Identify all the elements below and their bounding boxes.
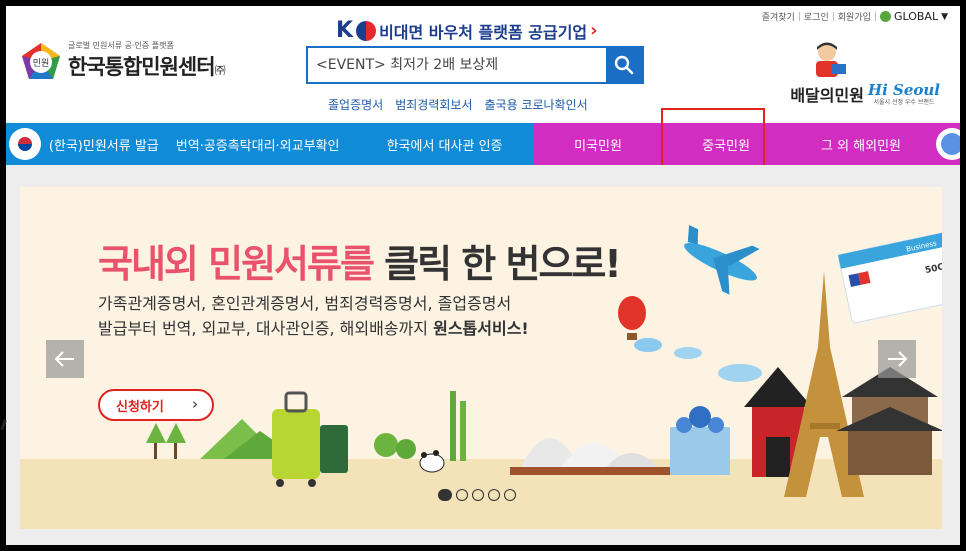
logo-company-name: 한국통합민원센터㈜ bbox=[68, 51, 226, 81]
hiseoul-logo: Hi Seoul bbox=[867, 80, 940, 99]
banner-headline: 국내외 민원서류를 클릭 한 번으로! bbox=[98, 233, 622, 288]
hot-air-balloon-icon bbox=[618, 296, 662, 352]
bamboo-icon bbox=[450, 391, 456, 461]
global-language-menu[interactable]: GLOBAL ▼ bbox=[879, 10, 948, 23]
carousel-next-button[interactable] bbox=[878, 340, 916, 378]
globe-icon bbox=[879, 11, 891, 22]
passport-icon bbox=[320, 425, 348, 473]
domes-icon bbox=[670, 406, 730, 475]
ko-logo-circle-icon bbox=[356, 20, 377, 41]
site-header: 즐겨찾기 | 로그인 | 회원가입 | GLOBAL ▼ 민원 글로벌 민원서류… bbox=[6, 6, 960, 123]
separator: | bbox=[873, 11, 877, 22]
global-label: GLOBAL bbox=[893, 10, 939, 23]
carousel-dot-1[interactable] bbox=[438, 489, 452, 501]
carousel-prev-button[interactable] bbox=[46, 340, 84, 378]
opera-house-icon bbox=[510, 438, 670, 475]
tree-icon bbox=[374, 433, 398, 457]
tree-icon bbox=[396, 439, 416, 459]
apply-button[interactable]: 신청하기 › bbox=[98, 389, 214, 421]
suitcase-icon bbox=[272, 391, 320, 487]
separator: | bbox=[831, 11, 835, 22]
nav-item-korean-documents[interactable]: (한국)민원서류 발급 bbox=[49, 135, 160, 154]
separator: | bbox=[797, 11, 801, 22]
hero-banner: Business 50C 국내외 민원서류를 클릭 한 번으로! 가족관계증명서… bbox=[20, 187, 942, 529]
cloud-icon bbox=[718, 364, 762, 382]
tree-icon bbox=[166, 423, 186, 443]
banner-desc-line2: 발급부터 번역, 외교부, 대사관인증, 해외배송까지 원스톱서비스! bbox=[98, 316, 529, 341]
logo-name-text: 한국통합민원센터 bbox=[68, 55, 216, 79]
main-content: Business 50C 국내외 민원서류를 클릭 한 번으로! 가족관계증명서… bbox=[6, 165, 960, 545]
pentagon-logo-icon: 민원 bbox=[22, 42, 60, 79]
nav-item-china[interactable]: 중국민원 bbox=[662, 135, 790, 154]
carousel-pager bbox=[438, 489, 516, 501]
voucher-platform-banner[interactable]: K 비대면 바우처 플랫폼 공급기업 › bbox=[336, 18, 598, 43]
cloud-icon bbox=[674, 347, 702, 359]
delivery-character-icon bbox=[816, 42, 847, 77]
hiseoul-subtitle: 서울시 선정 우수 브랜드 bbox=[873, 98, 935, 106]
logo-badge-text: 민원 bbox=[33, 58, 50, 69]
nav-item-other-overseas[interactable]: 그 외 해외민원 bbox=[790, 135, 932, 154]
search-icon bbox=[614, 55, 634, 75]
nav-domestic-group: (한국)민원서류 발급 번역·공증촉탁대리·외교부확인 한국에서 대사관 인증 bbox=[6, 123, 534, 165]
carousel-dot-4[interactable] bbox=[488, 489, 500, 501]
bamboo-icon bbox=[460, 401, 466, 461]
browser-viewport: 즐겨찾기 | 로그인 | 회원가입 | GLOBAL ▼ 민원 글로벌 민원서류… bbox=[6, 6, 960, 545]
carousel-dot-5[interactable] bbox=[504, 489, 516, 501]
search-button[interactable] bbox=[606, 48, 642, 82]
util-link-favorites[interactable]: 즐겨찾기 bbox=[762, 10, 795, 23]
arrow-right-icon bbox=[888, 351, 908, 367]
boarding-ticket-icon: Business 50C bbox=[838, 232, 942, 324]
arrow-left-icon bbox=[54, 351, 74, 367]
site-logo[interactable]: 민원 글로벌 민원서류 공·인증 플랫폼 한국통합민원센터㈜ bbox=[20, 40, 226, 81]
ko-logo-k: K bbox=[336, 18, 354, 43]
taegeuk-icon bbox=[17, 137, 32, 151]
nav-item-embassy-certification[interactable]: 한국에서 대사관 인증 bbox=[355, 135, 534, 154]
banner-description: 가족관계증명서, 혼인관계증명서, 범죄경력증명서, 졸업증명서 발급부터 번역… bbox=[98, 291, 529, 341]
baedal-logo: 배달의민원 bbox=[790, 40, 864, 106]
carousel-dot-3[interactable] bbox=[472, 489, 484, 501]
airplane-icon bbox=[684, 225, 760, 295]
tree-icon bbox=[146, 423, 166, 443]
chevron-right-icon: › bbox=[590, 20, 598, 41]
voucher-banner-text: 비대면 바우처 플랫폼 공급기업 bbox=[379, 22, 588, 42]
nav-item-usa[interactable]: 미국민원 bbox=[534, 135, 662, 154]
banner-desc-line1: 가족관계증명서, 혼인관계증명서, 범죄경력증명서, 졸업증명서 bbox=[98, 294, 512, 313]
carousel-dot-2[interactable] bbox=[456, 489, 468, 501]
util-link-login[interactable]: 로그인 bbox=[804, 10, 829, 23]
quick-link-graduation[interactable]: 졸업증명서 bbox=[328, 96, 383, 113]
headline-part2: 클릭 한 번으로! bbox=[384, 242, 622, 286]
hiseoul-badge: Hi Seoul 서울시 선정 우수 브랜드 bbox=[868, 81, 940, 106]
main-nav: (한국)민원서류 발급 번역·공증촉탁대리·외교부확인 한국에서 대사관 인증 … bbox=[6, 123, 960, 165]
search-bar bbox=[306, 46, 644, 84]
apply-button-label: 신청하기 bbox=[116, 399, 164, 415]
banner-desc-line2-bold: 원스톱서비스! bbox=[433, 319, 529, 338]
quick-link-criminal-record[interactable]: 범죄경력회보서 bbox=[395, 96, 472, 113]
panda-icon bbox=[419, 450, 445, 473]
util-link-signup[interactable]: 회원가입 bbox=[838, 10, 871, 23]
banner-desc-line2-plain: 발급부터 번역, 외교부, 대사관인증, 해외배송까지 bbox=[98, 319, 429, 338]
baedal-brand[interactable]: 배달의민원 Hi Seoul 서울시 선정 우수 브랜드 bbox=[790, 40, 940, 106]
temple-icon bbox=[836, 367, 942, 475]
nav-item-translation-notary[interactable]: 번역·공증촉탁대리·외교부확인 bbox=[160, 135, 355, 154]
search-input[interactable] bbox=[308, 48, 606, 82]
caret-down-icon: ▼ bbox=[941, 11, 948, 22]
korea-flag-icon bbox=[9, 128, 41, 160]
headline-part1: 국내외 민원서류를 bbox=[98, 242, 375, 286]
logo-tagline: 글로벌 민원서류 공·인증 플랫폼 bbox=[68, 41, 174, 50]
nav-overseas-group: 미국민원 중국민원 그 외 해외민원 bbox=[534, 123, 960, 165]
baedal-text: 배달의민원 bbox=[790, 86, 864, 105]
utility-links: 즐겨찾기 | 로그인 | 회원가입 | GLOBAL ▼ bbox=[762, 10, 948, 23]
quick-links: 졸업증명서 범죄경력회보서 출국용 코로나확인서 bbox=[328, 96, 588, 113]
logo-text: 글로벌 민원서류 공·인증 플랫폼 한국통합민원센터㈜ bbox=[68, 40, 226, 81]
un-emblem-icon bbox=[936, 128, 960, 160]
quick-link-covid[interactable]: 출국용 코로나확인서 bbox=[484, 96, 587, 113]
chevron-right-icon: › bbox=[192, 395, 198, 413]
logo-suffix: ㈜ bbox=[214, 64, 226, 77]
